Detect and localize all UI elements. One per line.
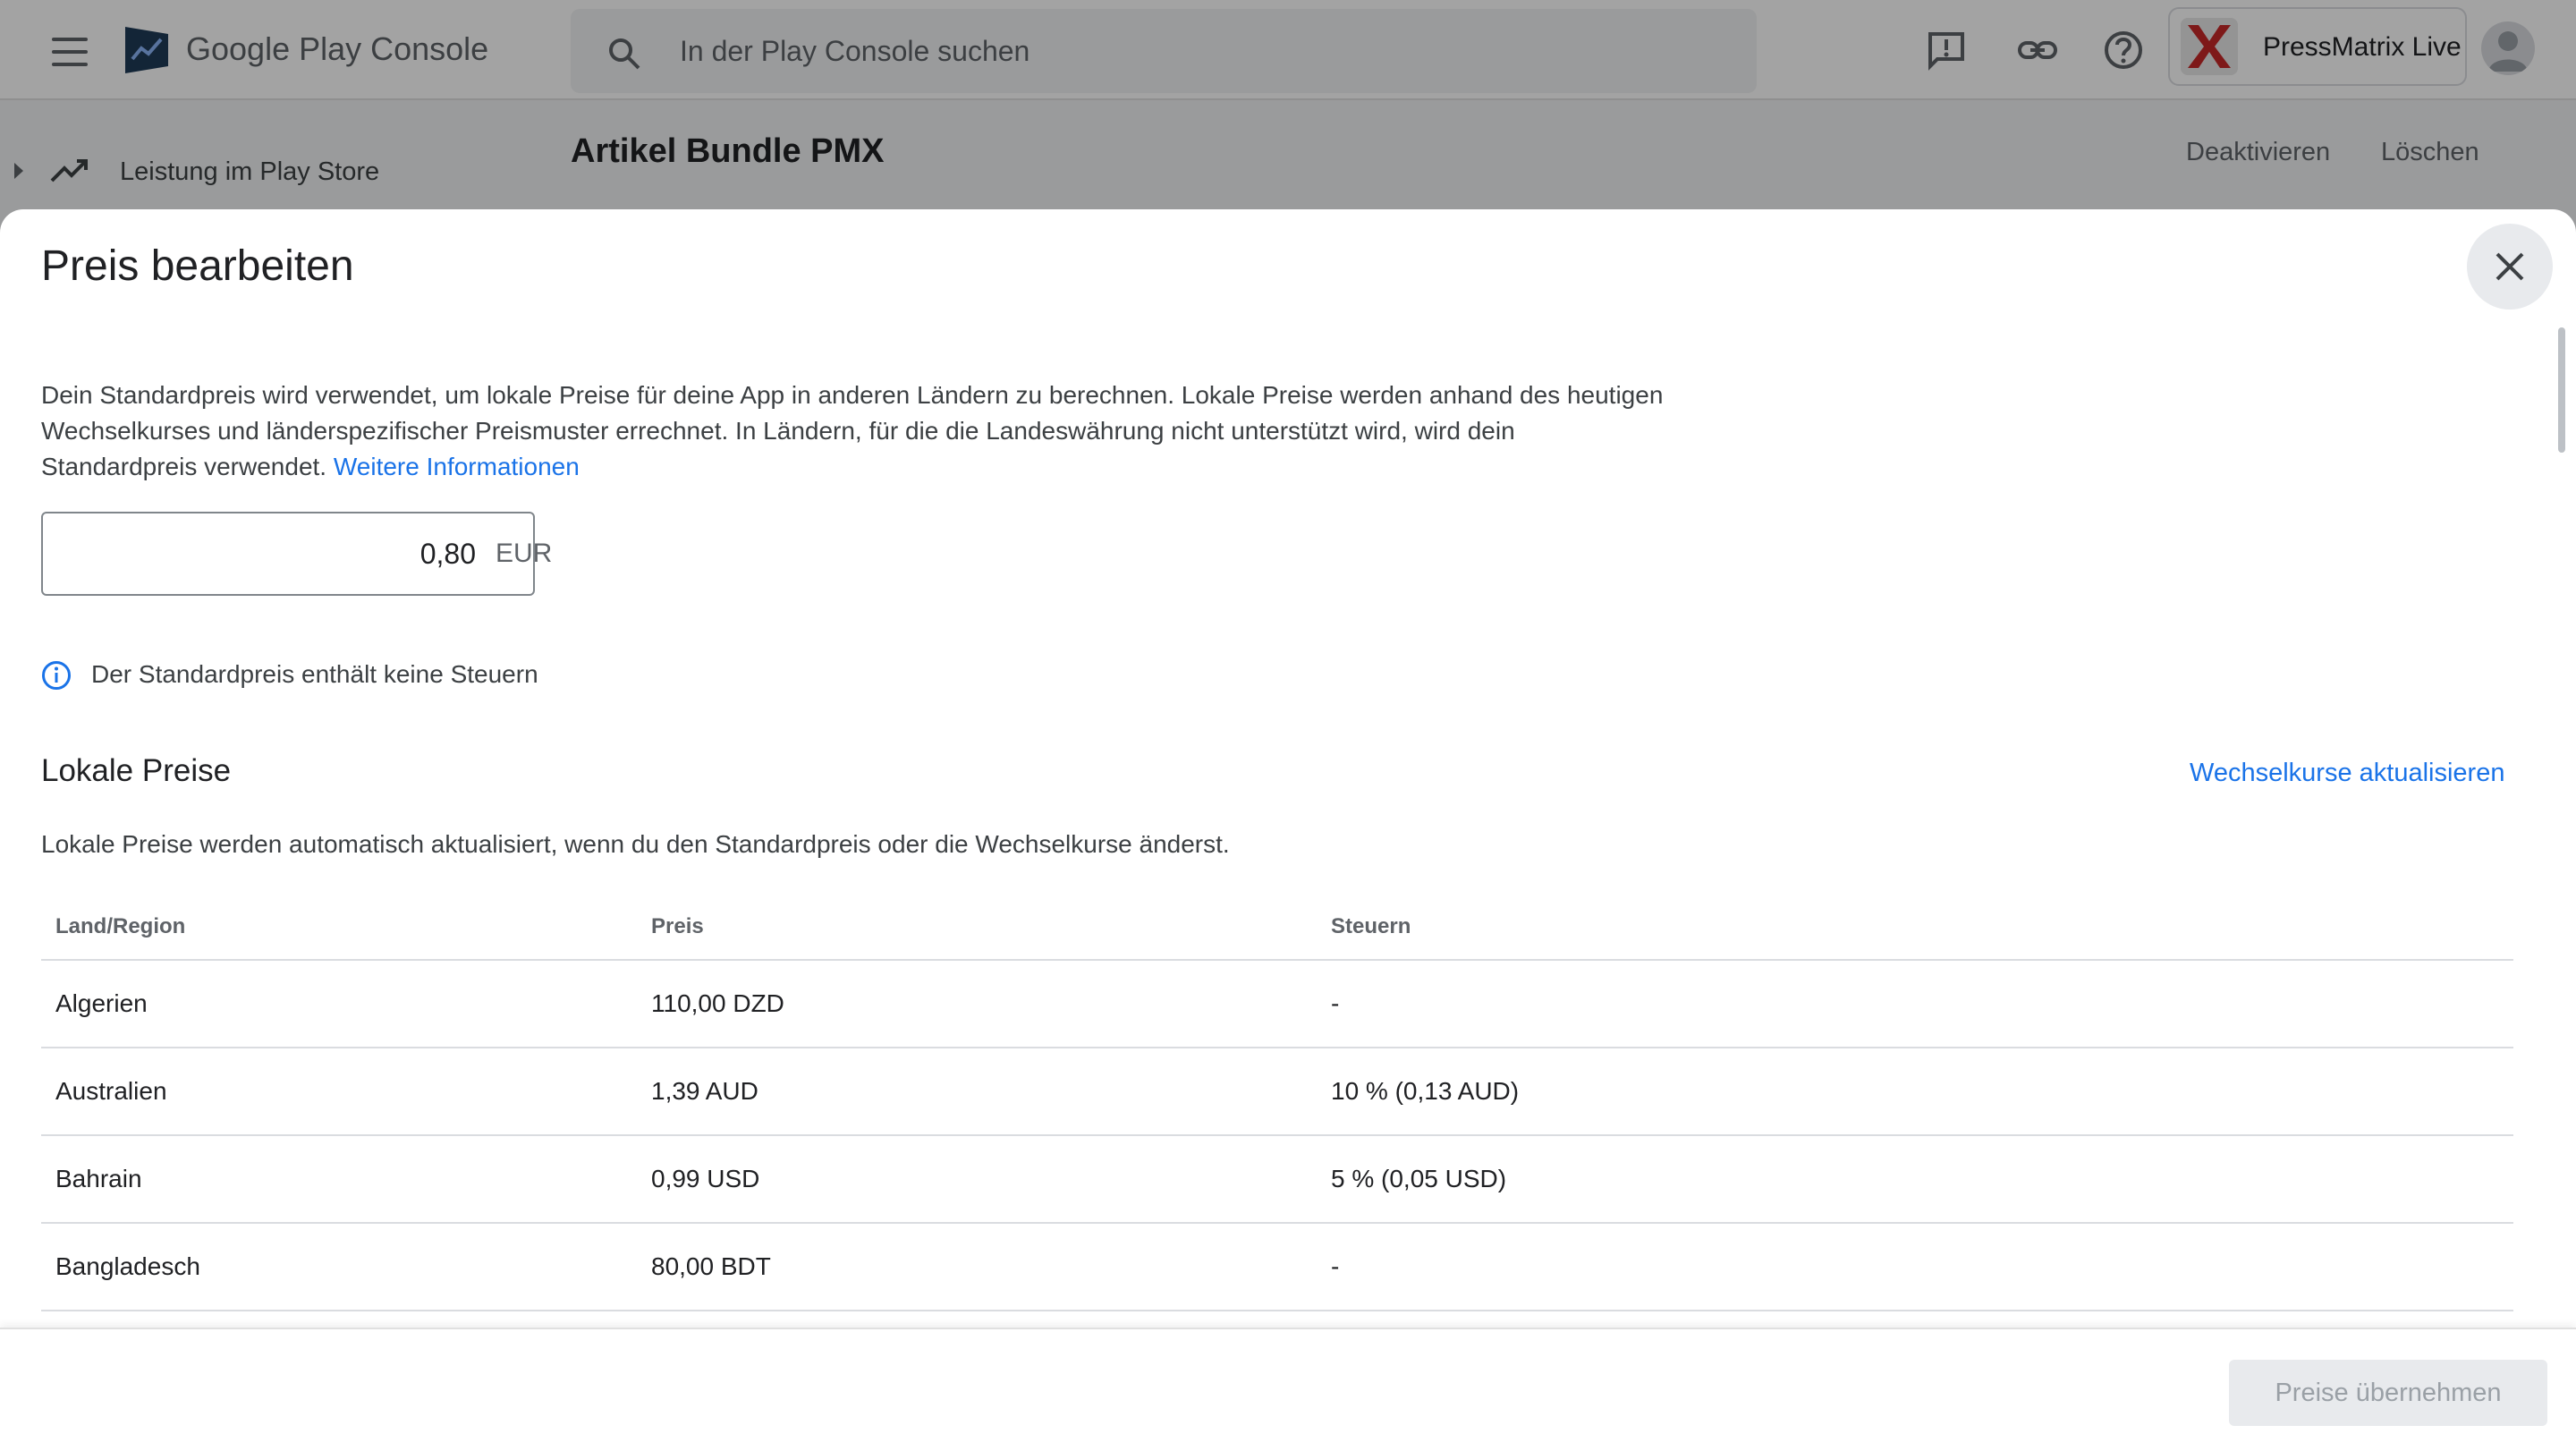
- price-cell: 110,00 DZD: [651, 989, 784, 1017]
- currency-label: EUR: [496, 539, 553, 568]
- tax-cell: -: [1331, 989, 1340, 1017]
- apply-prices-button[interactable]: Preise übernehmen: [2229, 1360, 2547, 1426]
- close-icon: [2496, 252, 2524, 281]
- price-cell: 80,00 BDT: [651, 1252, 771, 1280]
- table-row[interactable]: Algerien 110,00 DZD -: [41, 961, 2513, 1048]
- tax-cell: 5 % (0,05 USD): [1331, 1165, 1507, 1192]
- more-info-link[interactable]: Weitere Informationen: [334, 453, 580, 480]
- update-exchange-rates-link[interactable]: Wechselkurse aktualisieren: [2190, 759, 2504, 788]
- close-button[interactable]: [2467, 224, 2553, 310]
- pricing-description: Dein Standardpreis wird verwendet, um lo…: [41, 378, 1669, 485]
- table-row[interactable]: Australien 1,39 AUD 10 % (0,13 AUD): [41, 1048, 2513, 1136]
- scrollbar[interactable]: [2558, 327, 2565, 453]
- tax-note-text: Der Standardpreis enthält keine Steuern: [91, 660, 538, 688]
- column-header-price[interactable]: Preis: [651, 914, 704, 939]
- tax-cell: -: [1331, 1252, 1340, 1280]
- column-header-tax[interactable]: Steuern: [1331, 914, 1411, 939]
- tax-cell: 10 % (0,13 AUD): [1331, 1077, 1520, 1105]
- local-prices-description: Lokale Preise werden automatisch aktuali…: [41, 830, 1230, 858]
- table-row[interactable]: Bangladesch 80,00 BDT -: [41, 1224, 2513, 1311]
- local-prices-title: Lokale Preise: [41, 753, 232, 788]
- description-text: Dein Standardpreis wird verwendet, um lo…: [41, 381, 1664, 480]
- info-icon: [42, 661, 71, 690]
- default-price-field[interactable]: EUR: [41, 512, 552, 596]
- dialog-title: Preis bearbeiten: [41, 242, 354, 290]
- default-price-input[interactable]: [61, 531, 476, 576]
- country-cell: Australien: [55, 1077, 167, 1105]
- column-header-country[interactable]: Land/Region: [55, 914, 185, 939]
- table-row[interactable]: Bahrain 0,99 USD 5 % (0,05 USD): [41, 1136, 2513, 1224]
- price-cell: 1,39 AUD: [651, 1077, 758, 1105]
- country-cell: Bangladesch: [55, 1252, 200, 1280]
- table-header: Land/Region Preis Steuern: [41, 886, 2513, 961]
- edit-price-dialog: Preis bearbeiten Dein Standardpreis wird…: [0, 209, 2576, 1451]
- local-prices-table: Land/Region Preis Steuern Algerien 110,0…: [41, 886, 2513, 1311]
- dialog-footer: Preise übernehmen: [0, 1328, 2576, 1451]
- country-cell: Algerien: [55, 989, 148, 1017]
- price-cell: 0,99 USD: [651, 1165, 760, 1192]
- country-cell: Bahrain: [55, 1165, 142, 1192]
